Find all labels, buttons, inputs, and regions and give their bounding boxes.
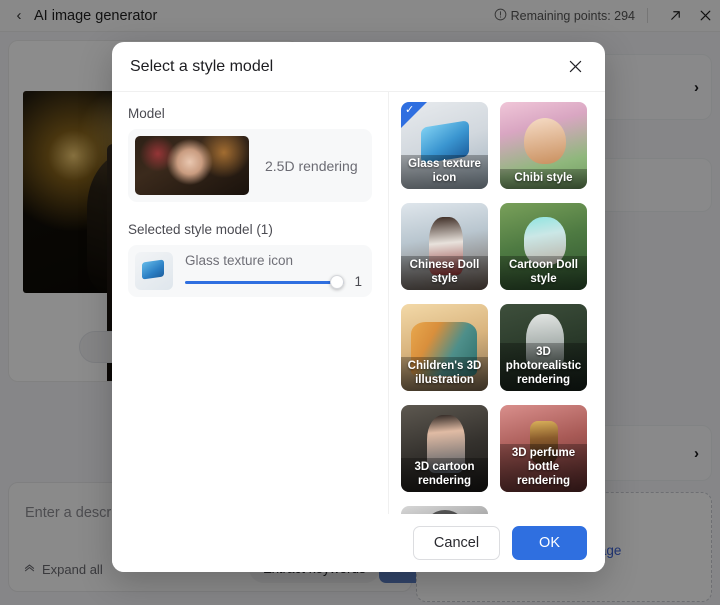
- style-card[interactable]: 3D perfume bottle rendering: [500, 405, 587, 492]
- selected-style-details: Glass texture icon 1: [185, 253, 362, 289]
- style-label: 3D photorealistic rendering: [500, 343, 587, 391]
- style-label: Chinese Doll style: [401, 256, 488, 290]
- dialog-title: Select a style model: [130, 57, 274, 75]
- style-label: 3D perfume bottle rendering: [500, 444, 587, 492]
- model-thumbnail: [135, 136, 249, 195]
- check-icon: ✓: [405, 104, 415, 116]
- style-grid-pane[interactable]: Glass texture icon ✓ Chibi style Chinese Do…: [389, 92, 605, 514]
- style-label: Chibi style: [500, 169, 587, 189]
- dialog-left-pane: Model 2.5D rendering Selected style mode…: [112, 92, 389, 514]
- weight-slider[interactable]: [185, 274, 345, 289]
- glass-texture-icon-thumbnail: [135, 252, 173, 290]
- close-icon[interactable]: [563, 55, 587, 79]
- slider-track: [185, 280, 345, 284]
- style-label: Glass texture icon: [401, 155, 488, 189]
- ok-button[interactable]: OK: [512, 526, 587, 560]
- style-card[interactable]: Glass texture icon ✓: [401, 102, 488, 189]
- dialog-body: Model 2.5D rendering Selected style mode…: [112, 92, 605, 514]
- dialog-header: Select a style model: [112, 42, 605, 92]
- slider-knob[interactable]: [330, 274, 345, 289]
- style-thumbnail: [401, 506, 488, 514]
- style-card[interactable]: [401, 506, 488, 514]
- model-name: 2.5D rendering: [265, 157, 358, 174]
- model-card[interactable]: 2.5D rendering: [128, 129, 372, 202]
- style-label: Cartoon Doll style: [500, 256, 587, 290]
- dialog-footer: Cancel OK: [112, 514, 605, 572]
- style-model-dialog: Select a style model Model 2.5D renderin…: [112, 42, 605, 572]
- style-card[interactable]: 3D cartoon rendering: [401, 405, 488, 492]
- selected-style-item[interactable]: Glass texture icon 1: [128, 245, 372, 297]
- style-card[interactable]: Chinese Doll style: [401, 203, 488, 290]
- selected-style-section-label: Selected style model (1): [128, 222, 273, 237]
- style-label: 3D cartoon rendering: [401, 458, 488, 492]
- style-card[interactable]: Chibi style: [500, 102, 587, 189]
- style-card[interactable]: Cartoon Doll style: [500, 203, 587, 290]
- weight-value: 1: [354, 274, 362, 289]
- selected-style-name: Glass texture icon: [185, 253, 294, 268]
- style-grid: Glass texture icon ✓ Chibi style Chinese Do…: [401, 102, 593, 514]
- model-section-label: Model: [128, 106, 165, 121]
- cancel-button[interactable]: Cancel: [412, 526, 501, 560]
- weight-slider-row: 1: [185, 274, 362, 289]
- style-label: Children's 3D illustration: [401, 357, 488, 391]
- style-card[interactable]: Children's 3D illustration: [401, 304, 488, 391]
- style-card[interactable]: 3D photorealistic rendering: [500, 304, 587, 391]
